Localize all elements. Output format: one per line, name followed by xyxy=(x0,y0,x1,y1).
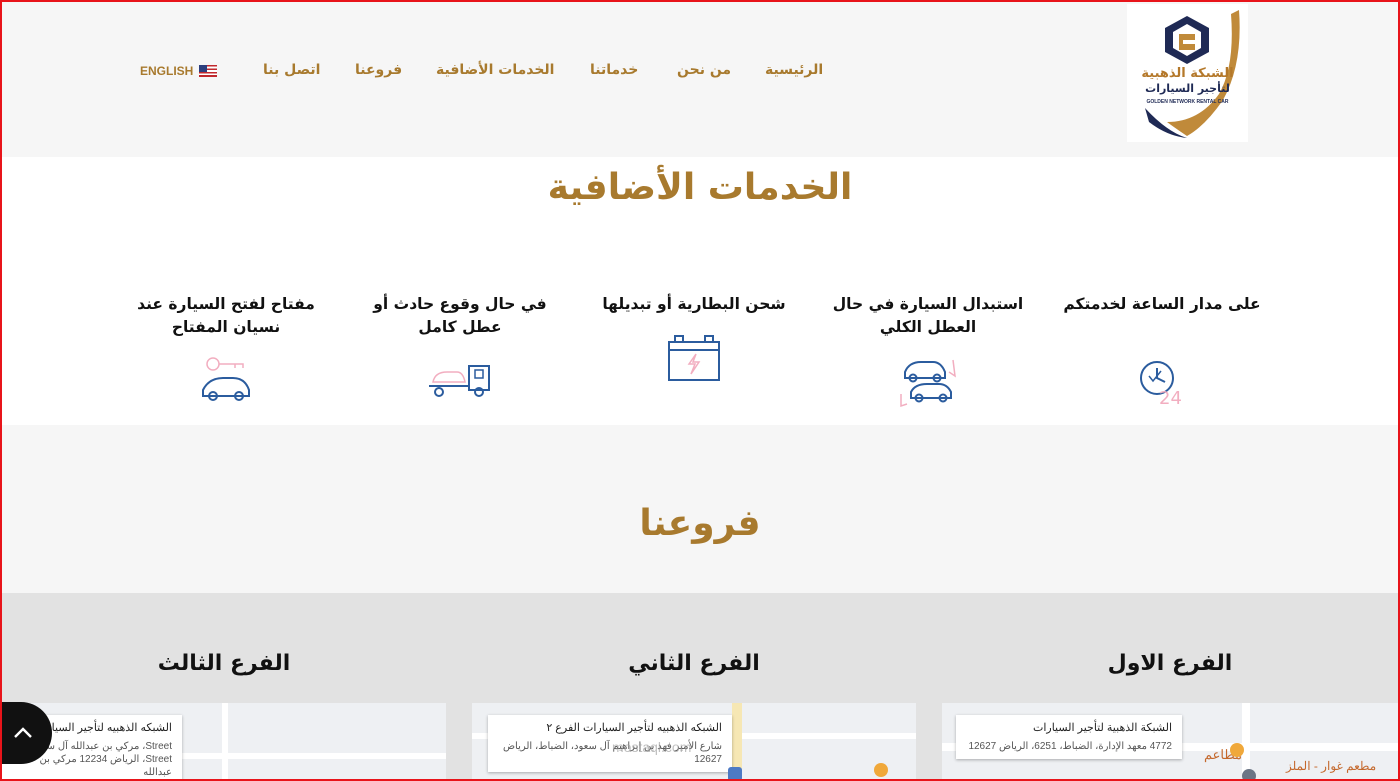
branch-map[interactable]: الشبكه الذهبيه لتأجير السيارات الفرع ٢ ش… xyxy=(472,703,916,779)
language-label: ENGLISH xyxy=(140,64,194,78)
branch-title: الفرع الاول xyxy=(1107,651,1233,676)
branches-section: الفرع الاول الشبكة الذهبية لتأجير السيار… xyxy=(2,593,1398,779)
nav-about[interactable]: من نحن xyxy=(677,62,731,78)
extra-services-title: الخدمات الأضافية xyxy=(547,167,853,208)
service-text: استبدال السيارة في حال العطل الكلي xyxy=(832,295,1024,336)
map-info-card: الشبكة الذهبية لتأجير السيارات 4772 معهد… xyxy=(956,715,1182,759)
service-text: على مدار الساعة لخدمتكم xyxy=(1063,295,1261,313)
clock-24-icon: 24 xyxy=(1140,361,1182,409)
map-place-address: 4772 معهد الإدارة، الضباط، 6251، الرياض … xyxy=(968,741,1172,752)
svg-text:24: 24 xyxy=(1159,388,1182,409)
restaurant-pin-icon xyxy=(1230,743,1244,757)
map-place-title: الشبكه الذهبيه لتأجير السيارات الفرع ٢ xyxy=(546,722,722,734)
service-text: شحن البطارية أو تبديلها xyxy=(602,295,786,313)
branches-title: فروعنا xyxy=(639,503,761,544)
branches-header: فروعنا xyxy=(2,425,1398,593)
extra-services-section: الخدمات الأضافية على مدار الساعة لخدمتكم… xyxy=(2,157,1398,425)
branch-card: الفرع الاول الشبكة الذهبية لتأجير السيار… xyxy=(942,593,1398,779)
branch-card: الفرع الثاني الشبكه الذهبيه لتأجير السيا… xyxy=(472,593,916,779)
map-place-title: الشبكة الذهبية لتأجير السيارات xyxy=(1032,722,1172,734)
language-switch[interactable]: ENGLISH xyxy=(140,64,218,78)
nav-home[interactable]: الرئيسية xyxy=(765,62,823,78)
branch-title: الفرع الثاني xyxy=(628,651,760,676)
us-flag-icon xyxy=(199,65,218,77)
battery-icon xyxy=(668,335,720,381)
nav-contact[interactable]: اتصل بنا xyxy=(263,62,320,78)
map-info-card: الشبكه الذهبيه لتأجير السيارات الفرع ٢ ش… xyxy=(488,715,732,772)
main-nav: الرئيسية من نحن خدماتنا الخدمات الأضافية… xyxy=(2,62,1398,86)
logo-name-en: GOLDEN NETWORK RENTAL CAR xyxy=(1146,99,1229,105)
service-text: مفتاح لفتح السيارة عند نسيان المفتاح xyxy=(137,295,315,336)
nav-extra-services[interactable]: الخدمات الأضافية xyxy=(436,62,554,78)
nav-services[interactable]: خدماتنا xyxy=(590,62,638,78)
restaurant-pin-icon xyxy=(874,763,888,777)
map-pin-icon xyxy=(1242,769,1256,779)
car-swap-icon xyxy=(900,359,956,408)
chevron-up-icon xyxy=(14,727,32,738)
car-key-icon xyxy=(202,357,250,401)
branch-map[interactable]: الشبكه الذهبيه لتأجير السيار Street، مرك… xyxy=(2,703,446,779)
watermark: mostaql.com xyxy=(612,739,692,755)
service-item: شحن البطارية أو تبديلها xyxy=(594,293,794,316)
map-poi-label: مطعم غوار - الملز xyxy=(1286,759,1377,773)
branch-map[interactable]: الشبكة الذهبية لتأجير السيارات 4772 معهد… xyxy=(942,703,1398,779)
page: الشبكة الذهبية لتأجير السيارات GOLDEN NE… xyxy=(2,2,1398,779)
map-pin-icon xyxy=(728,767,742,779)
branch-card: الفرع الثالث الشبكه الذهبيه لتأجير السيا… xyxy=(2,593,446,779)
branch-title: الفرع الثالث xyxy=(157,651,291,676)
site-header: الشبكة الذهبية لتأجير السيارات GOLDEN NE… xyxy=(2,2,1398,157)
service-item: على مدار الساعة لخدمتكم xyxy=(1062,293,1262,316)
service-text: في حال وقوع حادث أو عطل كامل xyxy=(373,295,547,336)
nav-branches[interactable]: فروعنا xyxy=(355,62,402,78)
tow-truck-icon xyxy=(429,365,490,397)
service-item: استبدال السيارة في حال العطل الكلي xyxy=(828,293,1028,339)
service-item: مفتاح لفتح السيارة عند نسيان المفتاح xyxy=(126,293,326,339)
service-item: في حال وقوع حادث أو عطل كامل xyxy=(360,293,560,339)
